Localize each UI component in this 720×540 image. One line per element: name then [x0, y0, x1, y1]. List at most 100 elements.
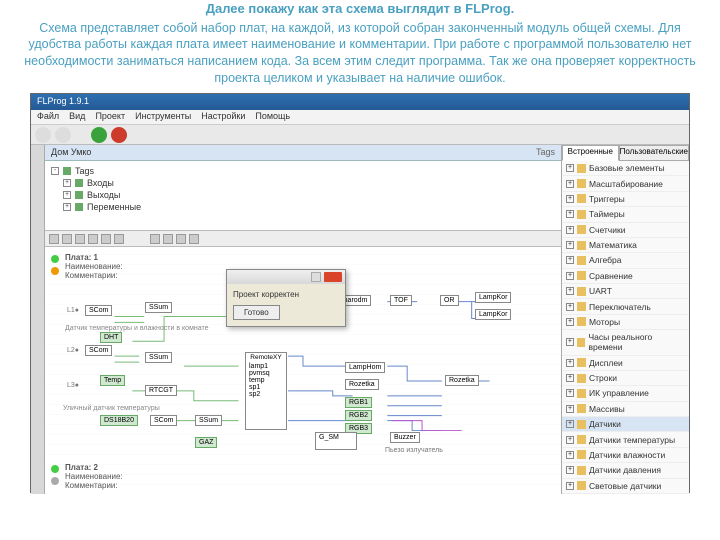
tool-button[interactable]: [150, 234, 160, 244]
expand-icon[interactable]: +: [566, 359, 574, 367]
library-item[interactable]: +Таймеры: [562, 207, 689, 222]
expand-icon[interactable]: +: [566, 389, 574, 397]
node-lamphom[interactable]: LampHom: [345, 362, 385, 373]
node-scom[interactable]: SCom: [150, 415, 177, 426]
expand-icon[interactable]: +: [566, 405, 574, 413]
node-lampkor[interactable]: LampKor: [475, 309, 511, 320]
expand-icon[interactable]: +: [63, 203, 71, 211]
library-item[interactable]: +Датчики влажности: [562, 448, 689, 463]
node-ssum[interactable]: SSum: [145, 352, 172, 363]
expand-icon[interactable]: +: [566, 374, 574, 382]
node-remotexy[interactable]: RemoteXY lamp1 pvmsq temp sp1 sp2: [245, 352, 287, 430]
library-item[interactable]: +Триггеры: [562, 192, 689, 207]
menu-tools[interactable]: Инструменты: [135, 111, 191, 123]
tool-button[interactable]: [49, 234, 59, 244]
tab-user[interactable]: Пользовательские: [619, 145, 689, 161]
tool-button[interactable]: [163, 234, 173, 244]
node-or[interactable]: OR: [440, 295, 459, 306]
expand-icon[interactable]: +: [566, 210, 574, 218]
library-item[interactable]: +Дисплеи: [562, 356, 689, 371]
menu-view[interactable]: Вид: [69, 111, 85, 123]
expand-icon[interactable]: +: [566, 180, 574, 188]
node-rgb2[interactable]: RGB2: [345, 410, 372, 421]
node-dht[interactable]: DHT: [100, 332, 122, 343]
menu-help[interactable]: Помощь: [255, 111, 290, 123]
expand-icon[interactable]: +: [566, 338, 574, 346]
node-rgb1[interactable]: RGB1: [345, 397, 372, 408]
library-item[interactable]: +Математика: [562, 238, 689, 253]
expand-icon[interactable]: +: [566, 451, 574, 459]
run-button[interactable]: [91, 127, 107, 143]
tool-button[interactable]: [88, 234, 98, 244]
expand-icon[interactable]: +: [566, 287, 574, 295]
node-temp[interactable]: Temp: [100, 375, 125, 386]
node-ssum[interactable]: SSum: [145, 302, 172, 313]
toolbar-button[interactable]: [35, 127, 51, 143]
project-tree[interactable]: -Tags +Входы +Выходы +Переменные: [45, 161, 561, 231]
expand-icon[interactable]: +: [566, 466, 574, 474]
expand-icon[interactable]: +: [566, 164, 574, 172]
minimize-icon[interactable]: [311, 272, 321, 282]
tool-button[interactable]: [62, 234, 72, 244]
node-lampkor[interactable]: LampKor: [475, 292, 511, 303]
node-gsm[interactable]: G_SM: [315, 432, 357, 450]
tags-label: Tags: [536, 147, 555, 157]
folder-icon: [577, 287, 586, 296]
library-item[interactable]: +Часы реального времени: [562, 330, 689, 355]
library-item[interactable]: +Сравнение: [562, 269, 689, 284]
library-item[interactable]: +Массивы: [562, 402, 689, 417]
library-item[interactable]: +UART: [562, 284, 689, 299]
annotation: Датчик температуры и влажности в комнате: [65, 325, 209, 332]
node-scom[interactable]: SCom: [85, 305, 112, 316]
node-ds18b20[interactable]: DS18B20: [100, 415, 138, 426]
close-icon[interactable]: [324, 272, 342, 282]
library-list[interactable]: +Базовые элементы+Масштабирование+Тригге…: [562, 161, 689, 494]
menu-file[interactable]: Файл: [37, 111, 59, 123]
node-scom[interactable]: SCom: [85, 345, 112, 356]
library-item[interactable]: +Датчики давления: [562, 463, 689, 478]
tool-button[interactable]: [114, 234, 124, 244]
folder-icon: [577, 435, 586, 444]
expand-icon[interactable]: +: [63, 179, 71, 187]
node-ssum[interactable]: SSum: [195, 415, 222, 426]
library-item[interactable]: +Масштабирование: [562, 176, 689, 191]
menu-project[interactable]: Проект: [95, 111, 125, 123]
expand-icon[interactable]: +: [566, 482, 574, 490]
node-rtcgt[interactable]: RTCGT: [145, 385, 177, 396]
node-rozetka[interactable]: Rozetka: [445, 375, 479, 386]
library-item[interactable]: +Датчики температуры: [562, 432, 689, 447]
expand-icon[interactable]: +: [566, 420, 574, 428]
expand-icon[interactable]: +: [566, 256, 574, 264]
node-tof[interactable]: TOF: [390, 295, 412, 306]
expand-icon[interactable]: +: [566, 195, 574, 203]
dialog-ok-button[interactable]: Готово: [233, 305, 280, 320]
expand-icon[interactable]: +: [566, 272, 574, 280]
node-rozetka[interactable]: Rozetka: [345, 379, 379, 390]
node-buzzer[interactable]: Buzzer: [390, 432, 420, 443]
expand-icon[interactable]: +: [63, 191, 71, 199]
tab-builtin[interactable]: Встроенные: [562, 145, 619, 161]
menu-settings[interactable]: Настройки: [201, 111, 245, 123]
tool-button[interactable]: [75, 234, 85, 244]
library-item[interactable]: +Базовые элементы: [562, 161, 689, 176]
library-item[interactable]: +Моторы: [562, 315, 689, 330]
expand-icon[interactable]: +: [566, 241, 574, 249]
library-item[interactable]: +Счетчики: [562, 223, 689, 238]
library-item[interactable]: +Переключатель: [562, 299, 689, 314]
node-gaz[interactable]: GAZ: [195, 437, 217, 448]
tool-button[interactable]: [101, 234, 111, 244]
expand-icon[interactable]: +: [566, 318, 574, 326]
tool-button[interactable]: [189, 234, 199, 244]
expand-icon[interactable]: +: [566, 226, 574, 234]
library-item[interactable]: +ИК управление: [562, 386, 689, 401]
expand-icon[interactable]: +: [566, 436, 574, 444]
library-item[interactable]: +Световые датчики: [562, 479, 689, 494]
library-item[interactable]: +Алгебра: [562, 253, 689, 268]
expand-icon[interactable]: +: [566, 303, 574, 311]
expand-icon[interactable]: -: [51, 167, 59, 175]
library-item[interactable]: +Датчики: [562, 417, 689, 432]
library-item[interactable]: +Строки: [562, 371, 689, 386]
toolbar-button[interactable]: [55, 127, 71, 143]
tool-button[interactable]: [176, 234, 186, 244]
stop-button[interactable]: [111, 127, 127, 143]
